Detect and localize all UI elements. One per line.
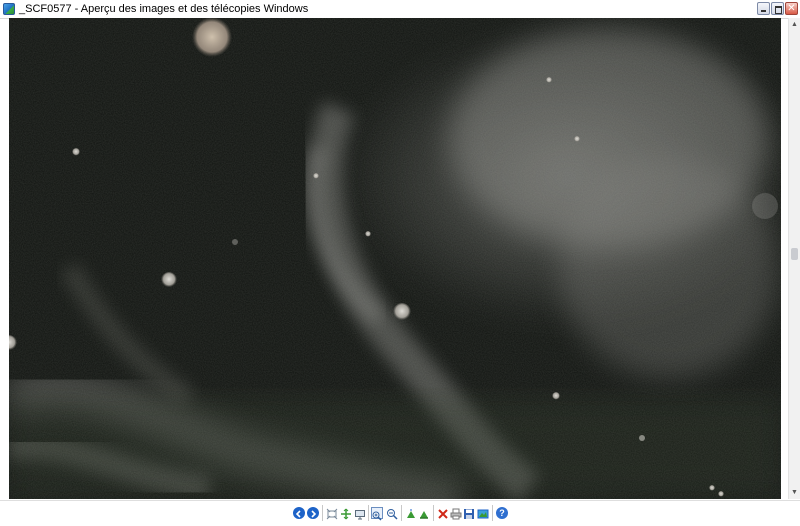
toolbar-separator [368, 505, 369, 521]
rotate-counterclockwise-icon[interactable] [418, 507, 430, 519]
best-fit-icon[interactable] [326, 507, 338, 520]
help-icon[interactable]: ? [496, 507, 508, 519]
print-icon[interactable] [450, 507, 462, 520]
open-with-icon[interactable] [477, 507, 489, 519]
vertical-scrollbar[interactable]: ▲ ▼ [788, 18, 800, 499]
toolbar-separator [401, 505, 402, 521]
displayed-photo [9, 18, 781, 499]
zoom-in-icon[interactable] [371, 507, 383, 521]
scroll-down-arrow-icon[interactable]: ▼ [790, 488, 799, 497]
viewer-toolbar: ? [0, 500, 800, 525]
save-icon[interactable] [463, 507, 475, 519]
minimize-icon [761, 10, 766, 12]
toolbar-separator [322, 505, 323, 521]
title-bar[interactable]: _SCF0577 - Aperçu des images et des télé… [0, 0, 800, 19]
window-title: _SCF0577 - Aperçu des images et des télé… [19, 3, 309, 15]
image-viewer-area[interactable] [9, 18, 781, 499]
close-button[interactable]: ✕ [785, 2, 798, 15]
image-viewer-app-icon [3, 3, 15, 15]
slideshow-icon[interactable] [354, 507, 366, 520]
toolbar-separator [492, 505, 493, 521]
scrollbar-thumb[interactable] [791, 248, 798, 260]
close-icon: ✕ [787, 3, 796, 14]
zoom-out-icon[interactable] [386, 507, 398, 520]
maximize-icon [775, 6, 782, 14]
next-image-icon[interactable] [307, 507, 319, 519]
actual-size-icon[interactable] [340, 507, 352, 520]
toolbar-separator [433, 505, 434, 521]
previous-image-icon[interactable] [293, 507, 305, 519]
scroll-up-arrow-icon[interactable]: ▲ [790, 20, 799, 29]
delete-icon[interactable] [437, 507, 449, 519]
minimize-button[interactable] [757, 2, 770, 15]
rotate-clockwise-icon[interactable] [405, 507, 417, 519]
maximize-button[interactable] [771, 2, 784, 15]
